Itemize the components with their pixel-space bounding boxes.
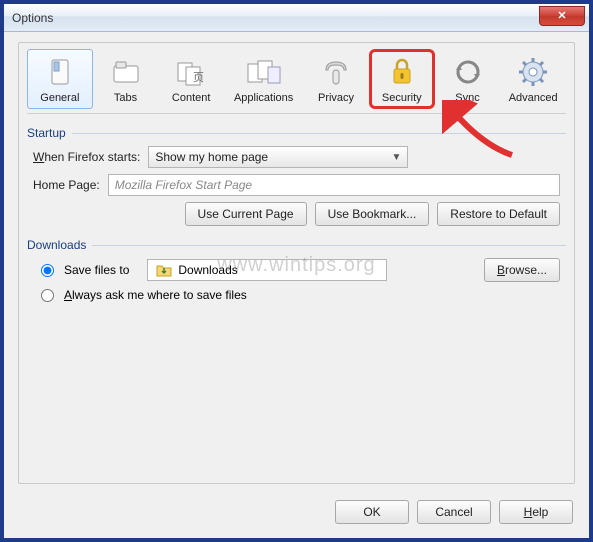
browse-label: Browse... (497, 263, 547, 277)
section-startup-label: Startup (27, 126, 66, 140)
security-icon (384, 54, 420, 90)
use-bookmark-button[interactable]: Use Bookmark... (315, 202, 430, 226)
tab-sync-label: Sync (455, 92, 479, 104)
cancel-button[interactable]: Cancel (417, 500, 491, 524)
use-current-button[interactable]: Use Current Page (185, 202, 307, 226)
section-downloads: Downloads (27, 238, 566, 252)
homepage-label: Home Page: (33, 178, 100, 192)
when-starts-value: Show my home page (155, 150, 268, 164)
always-ask-label: Always ask me where to save files (64, 288, 247, 302)
content-icon: 页 (173, 54, 209, 90)
sync-icon (450, 54, 486, 90)
titlebar: Options ✕ (4, 4, 589, 32)
homepage-buttons: Use Current Page Use Bookmark... Restore… (33, 202, 560, 226)
help-button[interactable]: Help (499, 500, 573, 524)
tab-security[interactable]: Security (369, 49, 435, 109)
homepage-placeholder: Mozilla Firefox Start Page (115, 178, 252, 192)
folder-icon (156, 263, 172, 277)
tab-tabs-label: Tabs (114, 92, 137, 104)
tab-tabs[interactable]: Tabs (93, 49, 159, 109)
row-homepage: Home Page: Mozilla Firefox Start Page (33, 174, 560, 196)
use-current-label: Use Current Page (198, 207, 294, 221)
applications-icon (246, 54, 282, 90)
tab-applications[interactable]: Applications (224, 49, 303, 109)
tab-content-label: Content (172, 92, 211, 104)
advanced-icon (515, 54, 551, 90)
tab-general-label: General (40, 92, 79, 104)
always-ask-radio[interactable] (41, 289, 54, 302)
download-folder-field[interactable]: Downloads (147, 259, 387, 281)
options-window: Options ✕ General (0, 0, 593, 542)
options-panel: General Tabs 页 (18, 42, 575, 484)
section-downloads-label: Downloads (27, 238, 86, 252)
tab-sync[interactable]: Sync (435, 49, 501, 109)
svg-text:页: 页 (193, 72, 204, 84)
general-icon (42, 54, 78, 90)
browse-button[interactable]: Browse... (484, 258, 560, 282)
tab-applications-label: Applications (234, 92, 293, 104)
tab-content[interactable]: 页 Content (158, 49, 224, 109)
tab-advanced[interactable]: Advanced (500, 49, 566, 109)
privacy-icon (318, 54, 354, 90)
download-folder-value: Downloads (178, 263, 237, 277)
restore-default-button[interactable]: Restore to Default (437, 202, 560, 226)
chevron-down-icon: ▼ (391, 152, 401, 163)
tab-privacy-label: Privacy (318, 92, 354, 104)
homepage-input[interactable]: Mozilla Firefox Start Page (108, 174, 560, 196)
tab-privacy[interactable]: Privacy (303, 49, 369, 109)
tab-general[interactable]: General (27, 49, 93, 109)
row-save-files: Save files to Downloads Browse... (41, 258, 560, 282)
save-files-radio[interactable] (41, 264, 54, 277)
ok-button[interactable]: OK (335, 500, 409, 524)
category-toolbar: General Tabs 页 (27, 49, 566, 114)
close-icon: ✕ (557, 9, 566, 22)
row-when-starts: When Firefox starts: Show my home page ▼ (33, 146, 560, 168)
ok-label: OK (363, 505, 380, 519)
tab-advanced-label: Advanced (509, 92, 558, 104)
save-files-label: Save files to (64, 263, 129, 277)
dialog-footer: OK Cancel Help (4, 490, 589, 538)
use-bookmark-label: Use Bookmark... (328, 207, 417, 221)
tabs-icon (108, 54, 144, 90)
tab-security-label: Security (382, 92, 422, 104)
restore-default-label: Restore to Default (450, 207, 547, 221)
section-startup: Startup (27, 126, 566, 140)
close-button[interactable]: ✕ (539, 6, 585, 26)
when-starts-select[interactable]: Show my home page ▼ (148, 146, 408, 168)
help-label: Help (524, 505, 549, 519)
titlebar-title: Options (12, 11, 539, 25)
cancel-label: Cancel (435, 505, 472, 519)
when-starts-label: When Firefox starts: (33, 150, 140, 164)
row-always-ask: Always ask me where to save files (41, 288, 560, 302)
